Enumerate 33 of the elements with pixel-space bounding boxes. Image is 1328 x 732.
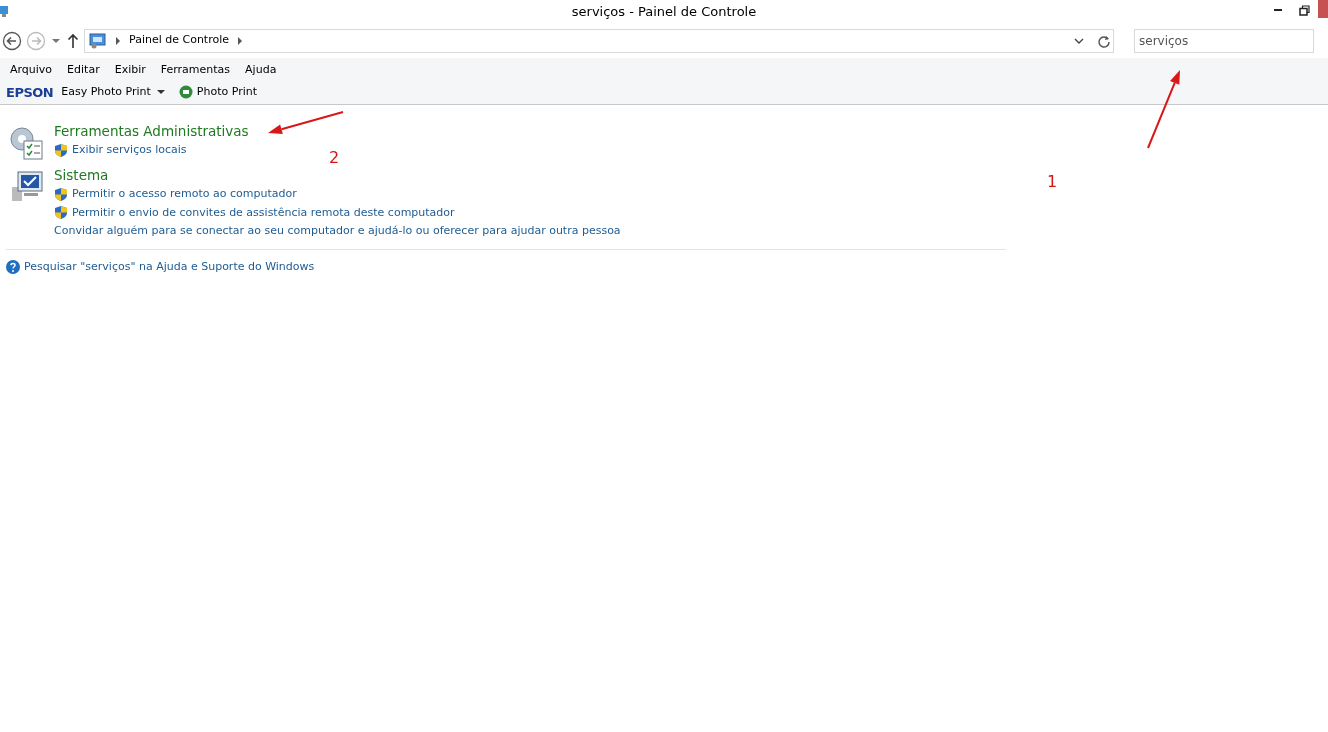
annotation-number: 1: [1047, 171, 1058, 193]
task-link[interactable]: Convidar alguém para se conectar ao seu computador e ajudá-lo ou oferecer para ajudar outra pessoa: [54, 222, 621, 241]
annotation-number: 2: [329, 147, 340, 169]
restore-icon: [1299, 4, 1310, 16]
menu-item[interactable]: Editar: [67, 62, 100, 79]
shield-icon: [54, 142, 68, 158]
window-title: serviços - Painel de Controle: [571, 3, 757, 21]
menu-item[interactable]: Ajuda: [245, 62, 277, 79]
printer-icon: [178, 85, 193, 100]
breadcrumb-arrow-icon[interactable]: [115, 35, 121, 46]
task-link[interactable]: Exibir serviços locais: [72, 141, 187, 160]
shield-icon: [54, 186, 68, 202]
back-icon[interactable]: [2, 30, 22, 51]
category-link[interactable]: Ferramentas Administrativas: [54, 121, 249, 141]
menu-item[interactable]: Ferramentas: [160, 62, 231, 79]
brand-logo: EPSON: [6, 83, 54, 102]
window-icon: [0, 4, 10, 18]
control-panel-icon: [89, 32, 107, 49]
minimize-icon: [1274, 9, 1282, 11]
breadcrumb[interactable]: Painel de Controle: [129, 31, 229, 50]
help-icon: [6, 259, 20, 274]
breadcrumb-arrow-icon[interactable]: [237, 35, 243, 46]
menu-item[interactable]: Arquivo: [10, 62, 53, 79]
task-link[interactable]: Permitir o envio de convites de assistência remota deste computador: [72, 203, 455, 222]
help-link[interactable]: Pesquisar "serviços" na Ajuda e Suporte do Windows: [24, 257, 315, 276]
shield-icon: [54, 205, 68, 221]
category-link[interactable]: Sistema: [54, 165, 109, 185]
task-link[interactable]: Permitir o acesso remoto ao computador: [72, 185, 297, 204]
search-field[interactable]: serviços: [1134, 28, 1314, 53]
toolbar-button[interactable]: Photo Print: [178, 84, 257, 101]
gear-checklist-icon: [8, 125, 44, 161]
menu-item[interactable]: Exibir: [114, 62, 146, 79]
toolbar-button[interactable]: Easy Photo Print: [61, 84, 167, 101]
